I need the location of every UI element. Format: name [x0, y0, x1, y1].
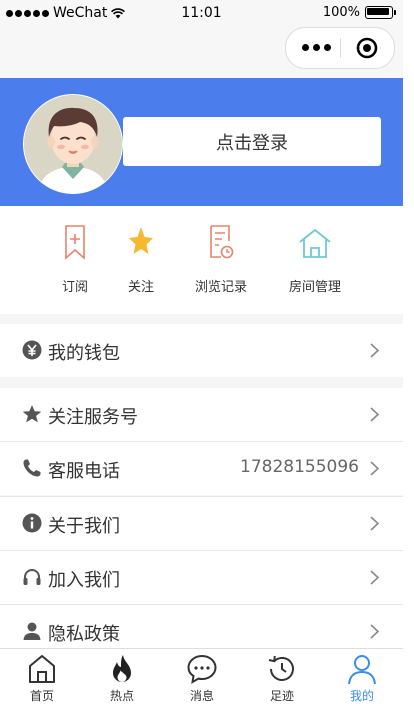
page-edge: [403, 0, 414, 706]
phone-icon: [23, 459, 41, 477]
chevron-right-icon: [370, 570, 379, 585]
quick-action-history[interactable]: 浏览记录: [176, 224, 266, 295]
menu-item-label: 关于我们: [48, 516, 120, 537]
house-icon: [299, 229, 331, 258]
tab-label: 足迹: [269, 689, 294, 703]
profile-header: 点击登录: [0, 78, 403, 206]
info-icon: [22, 513, 42, 533]
user-icon: [23, 622, 41, 640]
chevron-right-icon: [370, 343, 379, 358]
avatar-illustration: [24, 95, 122, 193]
quick-action-follow[interactable]: 关注: [96, 224, 186, 295]
star-icon: [129, 227, 153, 254]
menu-item-label: 客服电话: [48, 461, 120, 482]
wallet-row[interactable]: 我的钱包: [0, 324, 403, 377]
battery-icon: [365, 6, 396, 19]
tab-messages[interactable]: 消息: [162, 653, 242, 704]
chevron-right-icon: [370, 461, 379, 476]
battery-indicator: 100%: [322, 5, 396, 20]
history-icon: [268, 655, 294, 681]
avatar[interactable]: [23, 94, 123, 194]
menu-item-join-us[interactable]: 加入我们: [0, 551, 403, 604]
wallet-label: 我的钱包: [48, 343, 120, 364]
menu-item-follow-service[interactable]: 关注服务号: [0, 388, 403, 441]
tab-label: 我的: [349, 689, 374, 703]
history-doc-icon: [210, 225, 234, 259]
tab-label: 消息: [189, 689, 214, 703]
message-icon: [187, 654, 217, 684]
navigation-bar: [0, 26, 403, 78]
chevron-right-icon: [370, 624, 379, 639]
quick-action-label: 浏览记录: [194, 280, 247, 295]
customer-service-phone: 17828155096: [240, 457, 359, 477]
quick-action-rooms[interactable]: 房间管理: [270, 224, 360, 295]
login-button[interactable]: 点击登录: [123, 117, 381, 166]
close-mini-program-icon[interactable]: [356, 37, 378, 59]
menu-item-customer-service[interactable]: 客服电话 17828155096: [0, 442, 403, 495]
tab-label: 热点: [109, 689, 134, 703]
tab-footprints[interactable]: 足迹: [242, 653, 322, 704]
profile-icon: [348, 655, 376, 685]
yen-icon: [22, 340, 42, 360]
menu-item-label: 加入我们: [48, 570, 120, 591]
menu-item-label: 关注服务号: [48, 407, 138, 428]
home-icon: [29, 655, 55, 683]
app-screen: WeChat 11:01 100% 点击登录 订阅 关注 浏览记录 房间管理 我…: [0, 0, 403, 707]
bookmark-add-icon: [65, 225, 85, 260]
headphones-icon: [23, 569, 41, 585]
tab-home[interactable]: 首页: [2, 653, 82, 704]
capsule-divider: [340, 38, 341, 58]
menu-item-about-us[interactable]: 关于我们: [0, 497, 403, 550]
more-options-icon[interactable]: [302, 44, 331, 51]
menu-item-label: 隐私政策: [48, 624, 120, 645]
quick-action-label: 房间管理: [288, 280, 341, 295]
tab-mine[interactable]: 我的: [322, 653, 402, 704]
tab-hot[interactable]: 热点: [82, 653, 162, 704]
fire-icon: [113, 655, 131, 682]
chevron-right-icon: [370, 407, 379, 422]
tab-bar: 首页 热点 消息 足迹 我的: [0, 648, 403, 707]
chevron-right-icon: [370, 516, 379, 531]
star-icon: [22, 405, 42, 423]
status-bar: WeChat 11:01 100%: [0, 0, 403, 26]
battery-percent: 100%: [322, 5, 360, 20]
quick-actions: 订阅 关注 浏览记录 房间管理: [0, 206, 403, 314]
tab-label: 首页: [29, 689, 54, 703]
quick-action-label: 关注: [127, 280, 154, 295]
mini-program-capsule: [285, 27, 395, 69]
